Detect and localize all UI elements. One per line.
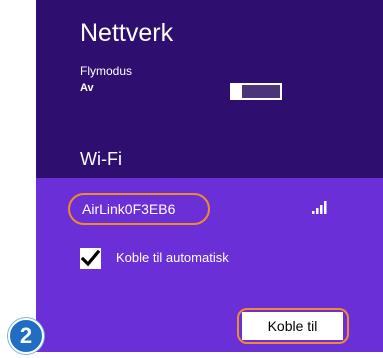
- auto-connect-label: Koble til automatisk: [116, 250, 229, 265]
- step-badge: 2: [8, 318, 44, 354]
- wifi-heading: Wi-Fi: [80, 149, 122, 169]
- page-title: Nettverk: [80, 19, 174, 47]
- airplane-mode-state: Av: [80, 82, 94, 94]
- auto-connect-checkbox[interactable]: [80, 248, 101, 269]
- connect-button[interactable]: Koble til: [242, 312, 343, 340]
- airplane-mode-toggle[interactable]: [230, 83, 282, 100]
- wifi-network-name[interactable]: AirLink0F3EB6: [68, 193, 210, 225]
- wifi-signal-icon: [312, 201, 327, 214]
- toggle-thumb: [230, 83, 242, 100]
- airplane-mode-label: Flymodus: [80, 64, 133, 78]
- checkmark-icon: [81, 250, 100, 267]
